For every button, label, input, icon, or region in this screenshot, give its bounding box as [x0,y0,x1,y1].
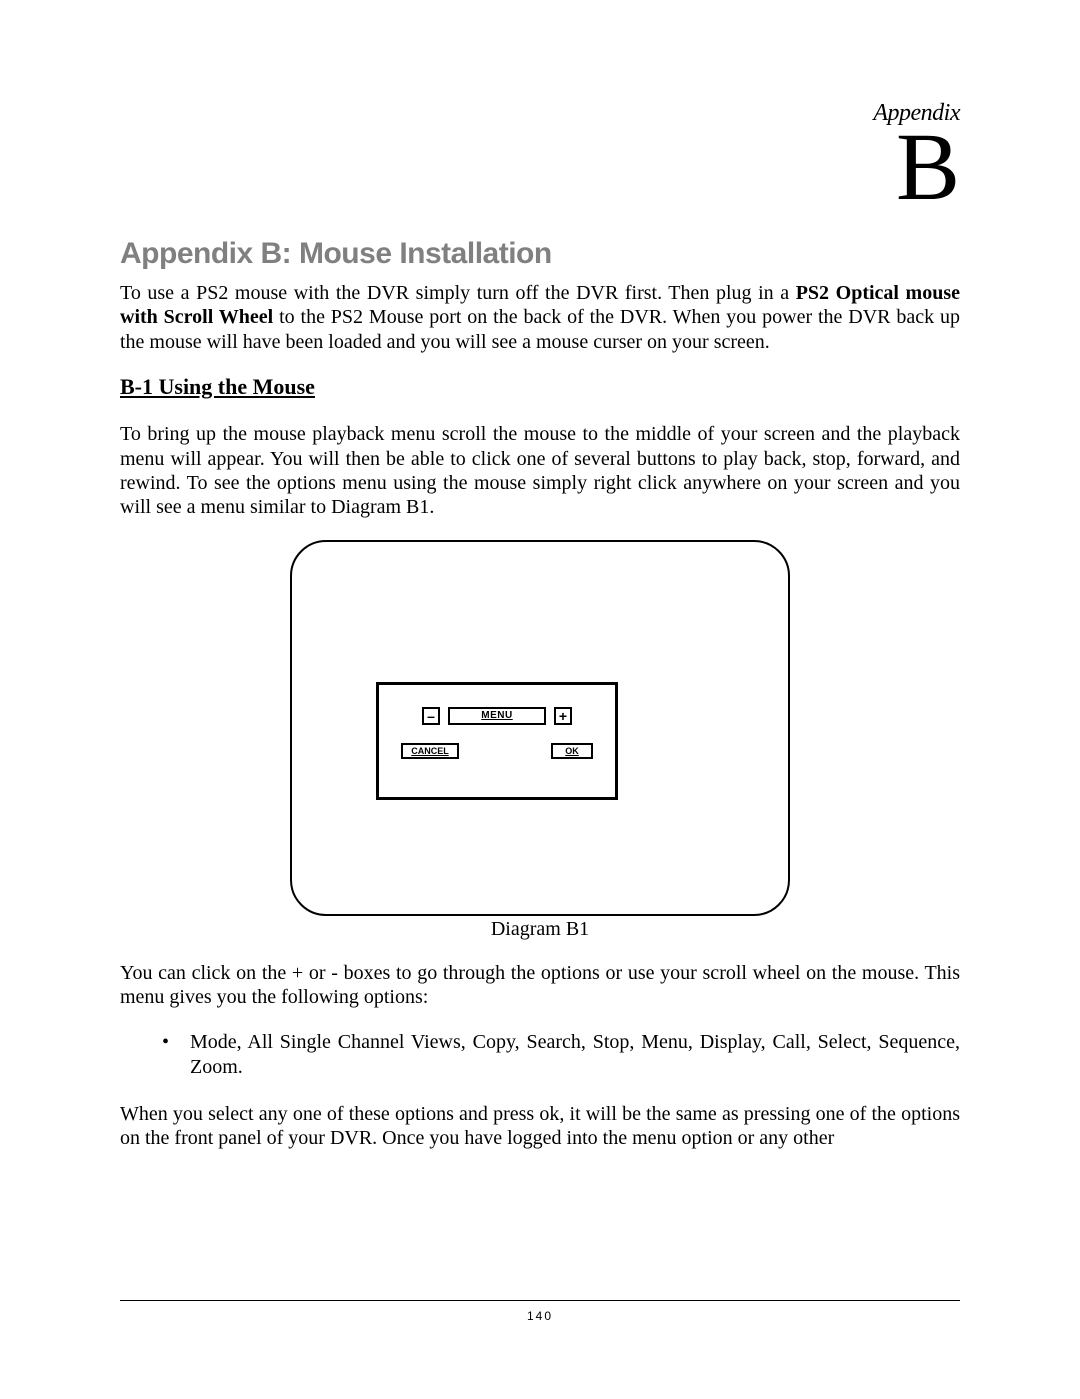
screen-outline: – MENU + CANCEL OK [290,540,790,916]
after-paragraph-1: You can click on the + or - boxes to go … [120,961,960,1010]
intro-text-1: To use a PS2 mouse with the DVR simply t… [120,282,796,304]
page-footer: 140 [120,1300,960,1323]
bullet-text: Mode, All Single Channel Views, Copy, Se… [190,1030,960,1080]
after-paragraph-2: When you select any one of these options… [120,1102,960,1151]
page-number: 140 [120,1309,960,1323]
cancel-button[interactable]: CANCEL [401,743,459,759]
bullet-list: • Mode, All Single Channel Views, Copy, … [120,1030,960,1080]
appendix-letter: B [120,119,960,215]
section-paragraph-1: To bring up the mouse playback menu scro… [120,422,960,520]
intro-paragraph: To use a PS2 mouse with the DVR simply t… [120,281,960,354]
diagram-caption: Diagram B1 [290,918,790,941]
page-title: Appendix B: Mouse Installation [120,237,960,271]
menu-button[interactable]: MENU [448,707,546,725]
bullet-dot-icon: • [162,1030,190,1080]
menu-top-row: – MENU + [397,707,597,725]
footer-rule [120,1300,960,1301]
plus-button[interactable]: + [554,707,572,725]
menu-box: – MENU + CANCEL OK [376,682,618,800]
minus-button[interactable]: – [422,707,440,725]
diagram-b1: – MENU + CANCEL OK Diagram B1 [290,540,790,941]
section-heading: B-1 Using the Mouse [120,374,960,400]
list-item: • Mode, All Single Channel Views, Copy, … [162,1030,960,1080]
menu-bottom-row: CANCEL OK [397,743,597,759]
ok-button[interactable]: OK [551,743,593,759]
